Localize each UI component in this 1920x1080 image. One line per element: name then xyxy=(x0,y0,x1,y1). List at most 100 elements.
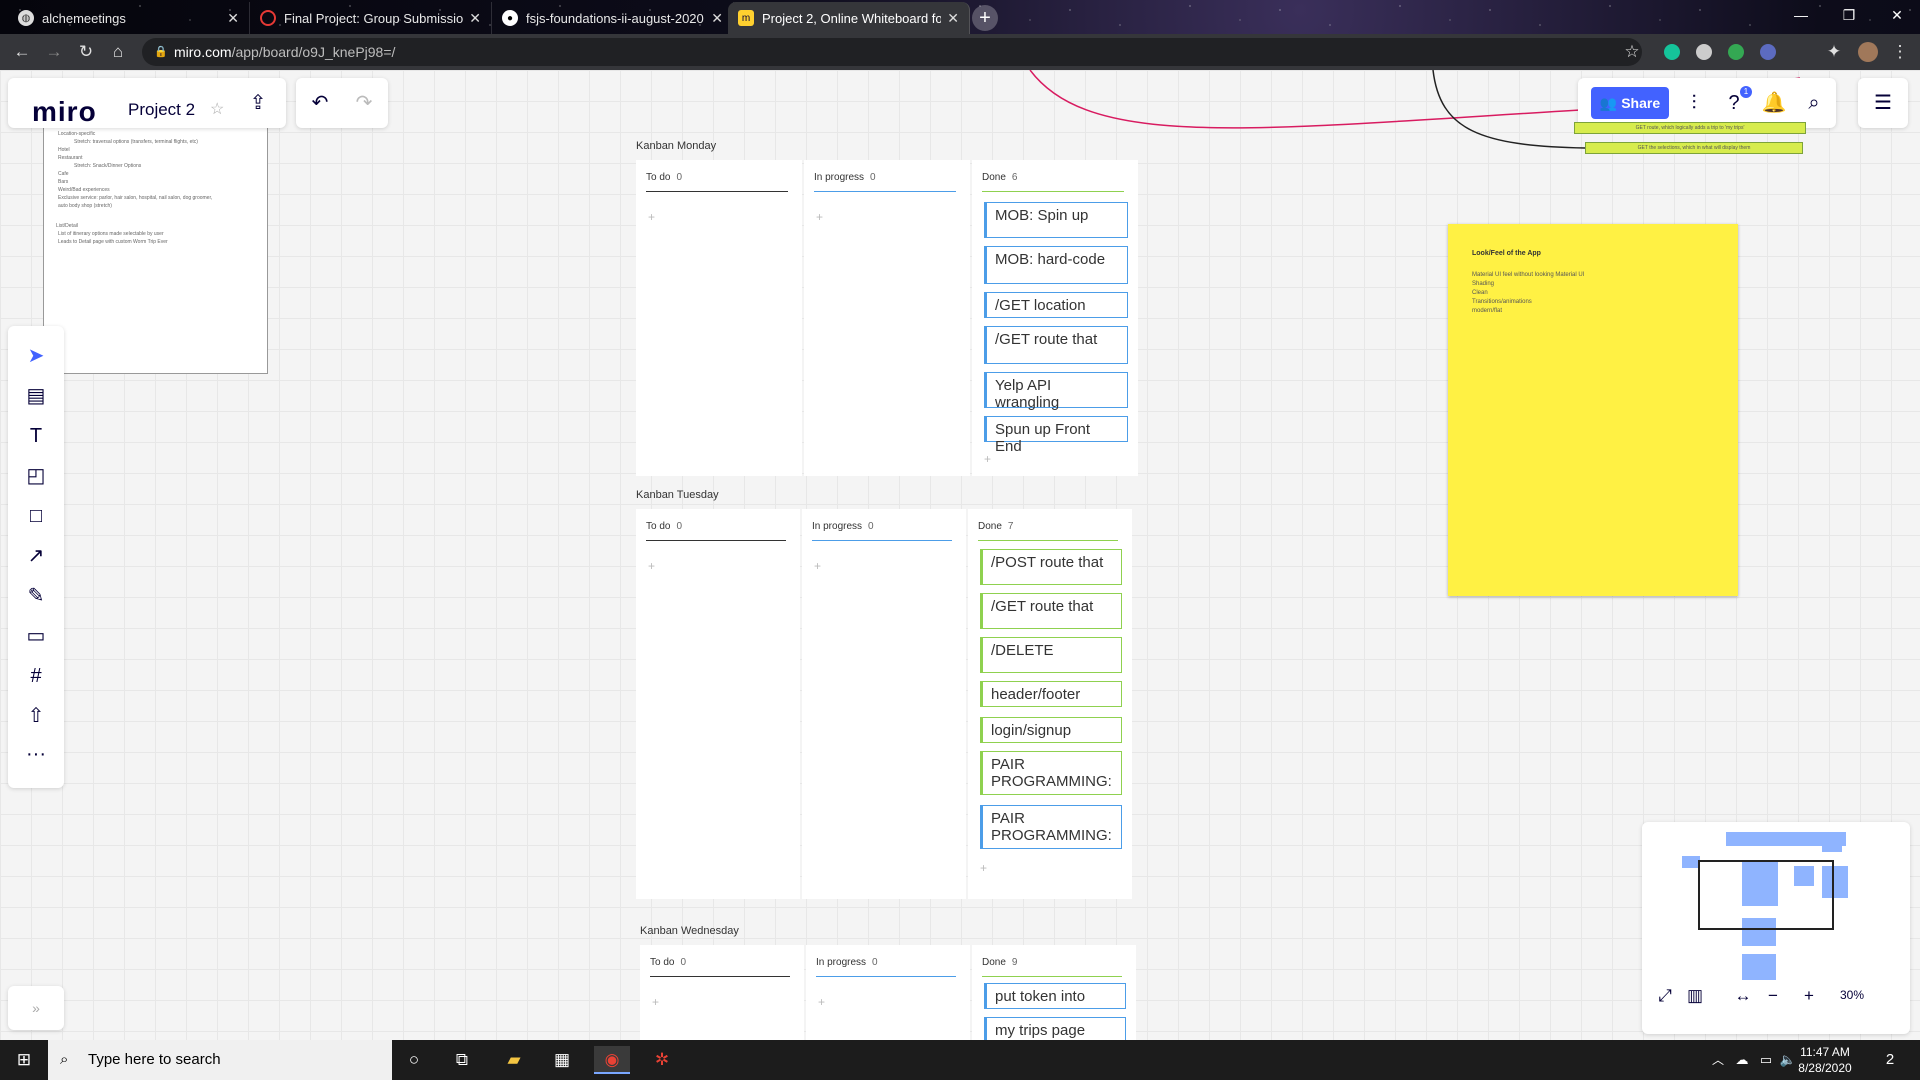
cortana-icon[interactable]: ○ xyxy=(396,1046,432,1074)
close-icon[interactable]: ✕ xyxy=(227,10,239,27)
grammarly-icon[interactable] xyxy=(1664,44,1680,60)
green-note[interactable]: GET route, which logically adds a trip t… xyxy=(1574,122,1806,134)
add-card-icon[interactable]: + xyxy=(984,452,991,466)
close-window-icon[interactable]: ✕ xyxy=(1874,0,1920,30)
home-icon[interactable]: ⌂ xyxy=(106,40,130,64)
kanban-card[interactable]: header/footer xyxy=(980,681,1122,707)
green-note[interactable]: GET the selections, which in what will d… xyxy=(1585,142,1803,154)
close-icon[interactable]: ✕ xyxy=(947,10,959,27)
add-card-icon[interactable]: + xyxy=(648,559,655,573)
miro-logo[interactable]: miro xyxy=(32,96,97,128)
pen-icon[interactable]: ✎ xyxy=(22,582,50,610)
export-icon[interactable]: ⇪ xyxy=(244,89,272,117)
kanban-card[interactable]: Yelp API wrangling xyxy=(984,372,1128,411)
minimap-viewport[interactable] xyxy=(1698,860,1834,930)
tab-miro[interactable]: m Project 2, Online Whiteboard fo ✕ xyxy=(728,2,970,34)
comment-icon[interactable]: ▭ xyxy=(22,622,50,650)
kanban-card[interactable]: put token into xyxy=(984,983,1126,1009)
minimize-icon[interactable]: — xyxy=(1778,0,1824,30)
expand-sidebar-button[interactable]: » xyxy=(8,986,64,1030)
taskbar-search-input[interactable]: ⌕ Type here to search xyxy=(48,1040,392,1080)
notes-list-icon[interactable]: ☰ xyxy=(1869,89,1897,117)
kanban-card[interactable]: MOB: Spin up xyxy=(984,202,1128,238)
kanban-column-in-progress[interactable]: In progress 0 + xyxy=(806,945,970,1040)
shape-icon[interactable]: □ xyxy=(22,502,50,530)
whiteboard-canvas[interactable]: Location-specific Stretch: traversal opt… xyxy=(0,70,1920,1040)
kanban-card[interactable]: login/signup xyxy=(980,717,1122,743)
kanban-column-in-progress[interactable]: In progress 0 + xyxy=(804,160,970,476)
requirements-doc[interactable]: Location-specific Stretch: traversal opt… xyxy=(43,98,268,374)
kanban-column-todo[interactable]: To do 0 + xyxy=(636,509,800,899)
tab-alchemeetings[interactable]: ◍ alchemeetings ✕ xyxy=(8,2,250,34)
minimap-panel[interactable]: ⤢ ▥ ↔ − + 30% xyxy=(1642,822,1910,1034)
profile-avatar[interactable] xyxy=(1858,42,1878,62)
redo-icon[interactable]: ↷ xyxy=(350,89,378,117)
slack-icon[interactable]: ✲ xyxy=(644,1046,680,1074)
notifications-icon[interactable]: 2 xyxy=(1872,1046,1908,1074)
add-card-icon[interactable]: + xyxy=(980,861,987,875)
settings-sliders-icon[interactable]: ⫶ xyxy=(1680,89,1708,117)
new-tab-button[interactable]: + xyxy=(972,5,998,31)
file-explorer-icon[interactable]: ▰ xyxy=(496,1046,532,1074)
kanban-card[interactable]: Spun up Front End xyxy=(984,416,1128,455)
kanban-column-todo[interactable]: To do 0 + xyxy=(636,160,802,476)
kanban-card[interactable]: /GET location xyxy=(984,292,1128,318)
kanban-column-done[interactable]: Done 7 /POST route that /GET route that /… xyxy=(968,509,1132,899)
add-card-icon[interactable]: + xyxy=(818,995,825,1009)
kanban-column-done[interactable]: Done 9 put token into my trips page xyxy=(972,945,1136,1040)
menu-kebab-icon[interactable]: ⋮ xyxy=(1888,40,1912,64)
restore-icon[interactable]: ❐ xyxy=(1826,0,1872,30)
project-title[interactable]: Project 2 xyxy=(128,100,195,120)
add-card-icon[interactable]: + xyxy=(648,210,655,224)
kanban-card[interactable]: PAIR PROGRAMMING: xyxy=(980,805,1122,849)
kanban-card[interactable]: /DELETE xyxy=(980,637,1122,673)
connection-line-icon[interactable]: ↗ xyxy=(22,542,50,570)
zoom-in-icon[interactable]: + xyxy=(1796,986,1822,1006)
zoom-level[interactable]: 30% xyxy=(1832,988,1872,1002)
map-toggle-icon[interactable]: ▥ xyxy=(1682,986,1708,1006)
tab-final-project[interactable]: Final Project: Group Submission - ✕ xyxy=(250,2,492,34)
tab-github[interactable]: ● fsjs-foundations-ii-august-2020 ✕ xyxy=(492,2,734,34)
kanban-card[interactable]: MOB: hard-code xyxy=(984,246,1128,284)
kanban-column-todo[interactable]: To do 0 + xyxy=(640,945,804,1040)
fullscreen-icon[interactable]: ⤢ xyxy=(1652,986,1678,1006)
forward-icon[interactable]: → xyxy=(42,40,66,64)
text-icon[interactable]: T xyxy=(22,422,50,450)
chrome-icon[interactable]: ◉ xyxy=(594,1046,630,1074)
extensions-puzzle-icon[interactable]: ✦ xyxy=(1822,40,1846,64)
upload-icon[interactable]: ⇧ xyxy=(22,702,50,730)
kanban-card[interactable]: /GET route that xyxy=(984,326,1128,364)
reload-icon[interactable]: ↻ xyxy=(74,40,98,64)
store-icon[interactable]: ▦ xyxy=(544,1046,580,1074)
clock[interactable]: 11:47 AM 8/28/2020 xyxy=(1790,1044,1860,1076)
add-card-icon[interactable]: + xyxy=(652,995,659,1009)
close-icon[interactable]: ✕ xyxy=(469,10,481,27)
add-card-icon[interactable]: + xyxy=(816,210,823,224)
share-button[interactable]: 👥 Share xyxy=(1591,87,1669,119)
kanban-card[interactable]: PAIR PROGRAMMING: xyxy=(980,751,1122,795)
kanban-column-done[interactable]: Done 6 MOB: Spin up MOB: hard-code /GET l… xyxy=(972,160,1138,476)
select-cursor-icon[interactable]: ➤ xyxy=(22,342,50,370)
react-extension-icon[interactable] xyxy=(1760,44,1776,60)
zoom-out-icon[interactable]: − xyxy=(1760,986,1786,1006)
more-tools-icon[interactable]: ··· xyxy=(22,740,50,768)
extension-icon[interactable] xyxy=(1696,44,1712,60)
favorite-star-icon[interactable]: ☆ xyxy=(210,99,224,119)
undo-icon[interactable]: ↶ xyxy=(306,89,334,117)
templates-icon[interactable]: ▤ xyxy=(22,382,50,410)
check-extension-icon[interactable] xyxy=(1728,44,1744,60)
fit-to-screen-icon[interactable]: ↔ xyxy=(1730,986,1756,1006)
kanban-column-in-progress[interactable]: In progress 0 + xyxy=(802,509,966,899)
bell-icon[interactable]: 🔔 xyxy=(1760,89,1788,117)
add-card-icon[interactable]: + xyxy=(814,559,821,573)
close-icon[interactable]: ✕ xyxy=(711,10,723,27)
sticky-note[interactable]: Look/Feel of the App Material UI feel wi… xyxy=(1448,224,1738,596)
search-icon[interactable]: ⌕ xyxy=(1800,89,1828,117)
kanban-card[interactable]: my trips page xyxy=(984,1017,1126,1040)
bookmark-star-icon[interactable]: ☆ xyxy=(1620,40,1644,64)
task-view-icon[interactable]: ⧉ xyxy=(444,1046,480,1074)
back-icon[interactable]: ← xyxy=(10,40,34,64)
sticky-note-icon[interactable]: ◰ xyxy=(22,462,50,490)
windows-start-icon[interactable]: ⊞ xyxy=(6,1046,42,1074)
kanban-card[interactable]: /GET route that xyxy=(980,593,1122,629)
